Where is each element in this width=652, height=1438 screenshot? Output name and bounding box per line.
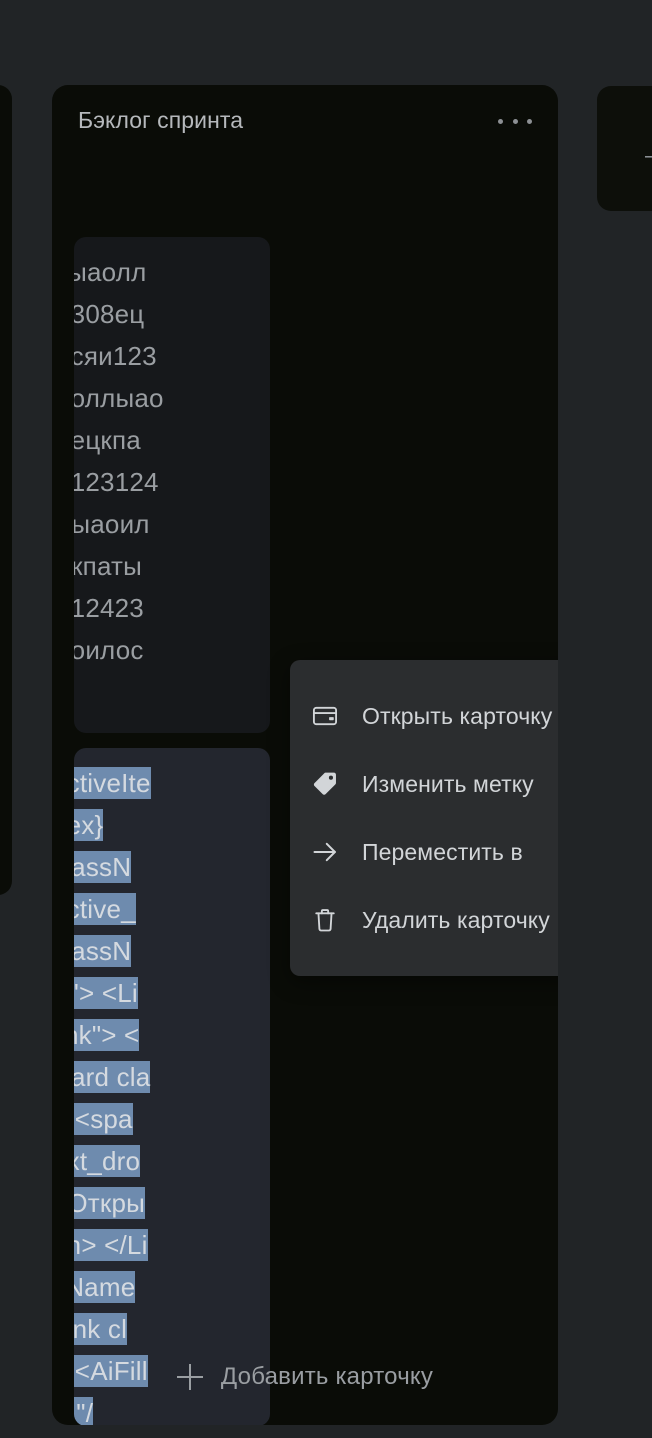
card-code-line: activeIte (74, 762, 270, 804)
ellipsis-dot-2 (512, 118, 518, 124)
card-text-line: аоилос (74, 635, 144, 665)
menu-item-move-to[interactable]: Переместить в (290, 818, 558, 886)
tag-icon (310, 769, 340, 799)
selected-text: >Откры (74, 1187, 146, 1219)
menu-item-label: Удалить карточку (362, 906, 550, 933)
card-code-line: active_ (74, 888, 270, 930)
partial-column-left[interactable] (0, 85, 12, 895)
ellipsis-dot-1 (498, 118, 503, 124)
card-backlog-text[interactable]: тыаолл 2308ец осяи123 аоллыао 8ецкпа и12… (74, 237, 270, 733)
selected-text: activeIte (74, 767, 151, 799)
menu-item-label: Переместить в (362, 838, 523, 865)
selected-text: link"> < (74, 1019, 140, 1051)
selected-text: dex} (74, 809, 104, 841)
card-code-line: Card cla (74, 1056, 270, 1098)
column-header: Бэклог спринта (52, 85, 558, 157)
menu-item-edit-label[interactable]: Изменить метку (290, 750, 558, 818)
column-sprint-backlog: Бэклог спринта тыаолл 2308ец осяи123 аол… (52, 85, 558, 1425)
selected-text: classN (74, 935, 132, 967)
selected-text: Card cla (74, 1061, 151, 1093)
card-text-line: и123124 (74, 467, 159, 497)
column-title: Бэклог спринта (78, 107, 244, 134)
selected-text: sName (74, 1271, 136, 1303)
card-code-selected[interactable]: activeIte dex} classN active_ classN m'>… (74, 748, 270, 1425)
menu-item-label: Изменить метку (362, 770, 534, 797)
selected-text: active_ (74, 893, 136, 925)
arrow-right-icon (310, 837, 340, 867)
card-text-line: 312423 (74, 593, 144, 623)
selected-text: an> </Li (74, 1229, 148, 1261)
card-text-line: цкпаты (74, 551, 143, 581)
card-code-line: link"> < (74, 1014, 270, 1056)
ellipsis-dot-3 (527, 118, 532, 124)
card-text-line: тыаолл (74, 257, 147, 287)
card-code-line: ext_dro (74, 1140, 270, 1182)
trash-icon (310, 905, 340, 935)
partial-card-text-fragment: — (645, 146, 652, 166)
card-code-line: sName (74, 1266, 270, 1308)
partial-card-right[interactable]: — (597, 86, 652, 211)
card-code-line: m'> <Li (74, 972, 270, 1014)
card-code-line: classN (74, 846, 270, 888)
selected-text: m'> <Li (74, 977, 138, 1009)
card-text-line: аоллыао (74, 383, 164, 413)
menu-item-delete-card[interactable]: Удалить карточку (290, 886, 558, 954)
card-context-menu: Открыть карточку Изменить метку Перемест… (290, 660, 558, 976)
selected-text: classN (74, 851, 132, 883)
kanban-board: — Бэклог спринта тыаолл 2308ец осяи123 а… (0, 0, 652, 1438)
selected-text: ext_dro (74, 1145, 141, 1177)
card-code-line: dex} (74, 804, 270, 846)
card-code-line: > <spa (74, 1098, 270, 1140)
menu-item-open-card[interactable]: Открыть карточку (290, 682, 558, 750)
selected-text: > <spa (74, 1103, 133, 1135)
card-text-line: 8ецкпа (74, 425, 141, 455)
card-code-line: >Откры (74, 1182, 270, 1224)
add-card-label: Добавить карточку (220, 1363, 434, 1390)
ellipsis-horizontal-icon[interactable] (496, 108, 534, 134)
card-text-line: лыаоил (74, 509, 150, 539)
card-text-line: осяи123 (74, 341, 157, 371)
card-text-line: 2308ец (74, 299, 145, 329)
card-code-line: classN (74, 930, 270, 972)
card-code-line: an> </Li (74, 1224, 270, 1266)
menu-item-label: Открыть карточку (362, 702, 553, 729)
plus-icon (176, 1364, 203, 1390)
add-card-button[interactable]: Добавить карточку (52, 1329, 558, 1425)
card-open-icon (310, 701, 340, 731)
